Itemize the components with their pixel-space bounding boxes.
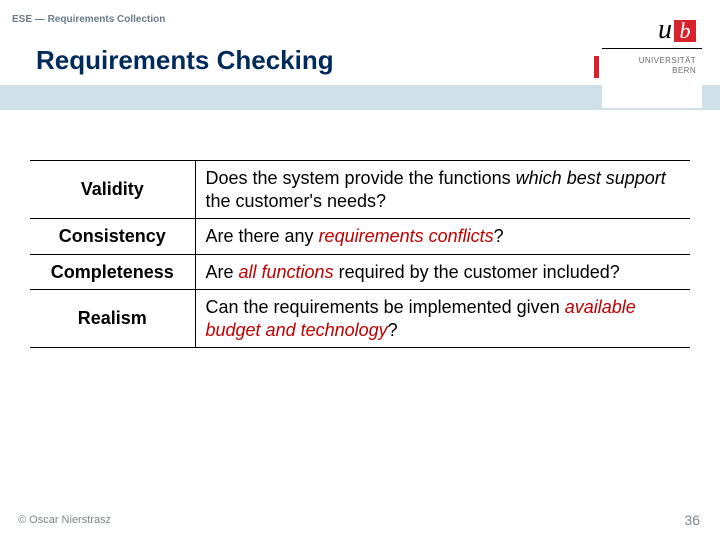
desc-pre: Does the system provide the functions	[206, 168, 516, 188]
desc-emphasis: which best support	[516, 168, 666, 188]
desc-emphasis: all functions	[239, 262, 334, 282]
logo-u-letter: u	[658, 16, 672, 44]
logo-red-stripe	[594, 56, 599, 78]
desc-post: ?	[494, 226, 504, 246]
footer-page-number: 36	[684, 512, 700, 528]
table-row: Realism Can the requirements be implement…	[30, 290, 690, 348]
desc-cell: Does the system provide the functions wh…	[195, 161, 690, 219]
footer-copyright: © Oscar Nierstrasz	[18, 514, 111, 526]
term-cell: Consistency	[30, 219, 195, 255]
table-row: ValidityDoes the system provide the func…	[30, 161, 690, 219]
logo-ub-mark: u b	[658, 16, 696, 44]
breadcrumb: ESE — Requirements Collection	[12, 14, 165, 25]
desc-cell: Are there any requirements conflicts?	[195, 219, 690, 255]
desc-post: the customer's needs?	[206, 191, 387, 211]
logo-divider	[602, 48, 702, 49]
term-cell: Completeness	[30, 254, 195, 290]
logo-wordmark: UNIVERSITÄT BERN	[639, 56, 696, 75]
table-row: ConsistencyAre there any requirements co…	[30, 219, 690, 255]
term-cell: Validity	[30, 161, 195, 219]
header: ESE — Requirements Collection Requiremen…	[0, 0, 720, 110]
desc-pre: Are	[206, 262, 239, 282]
term-cell: Realism	[30, 290, 195, 348]
desc-pre: Are there any	[206, 226, 319, 246]
logo-b-letter: b	[674, 20, 696, 42]
table-row: CompletenessAre all functions required b…	[30, 254, 690, 290]
requirements-table: ValidityDoes the system provide the func…	[30, 160, 690, 348]
desc-cell: Can the requirements be implemented give…	[195, 290, 690, 348]
desc-emphasis: requirements conflicts	[319, 226, 494, 246]
desc-post: ?	[388, 320, 398, 340]
page-title: Requirements Checking	[36, 45, 334, 76]
desc-post: required by the customer included?	[334, 262, 620, 282]
university-logo: u b UNIVERSITÄT BERN	[602, 8, 702, 108]
desc-pre: Can the requirements be implemented give…	[206, 297, 565, 317]
desc-cell: Are all functions required by the custom…	[195, 254, 690, 290]
